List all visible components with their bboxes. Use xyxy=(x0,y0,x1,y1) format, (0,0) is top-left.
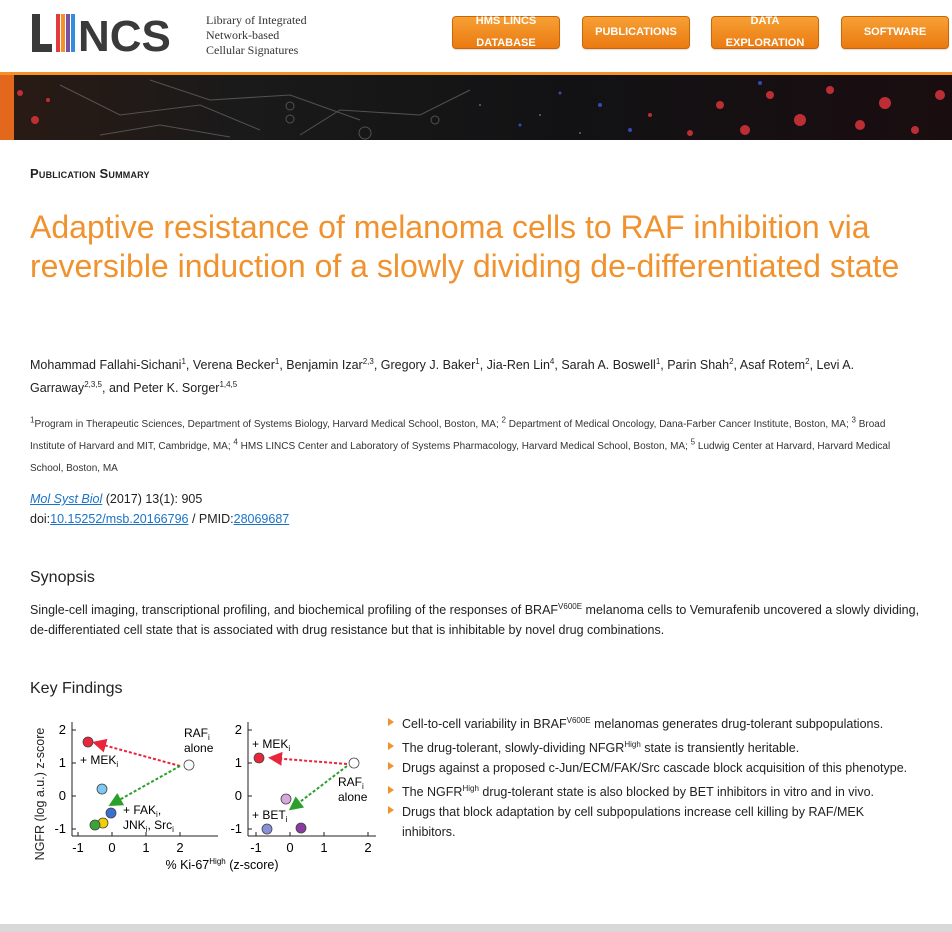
nav-hms-lincs-database-button[interactable]: HMS LINCS DATABASE xyxy=(452,16,560,49)
nav-label: HMS LINCS xyxy=(475,15,537,27)
x-tick: 1 xyxy=(142,840,149,855)
nav-software-button[interactable]: SOFTWARE xyxy=(841,16,949,49)
tagline-line: Library of Integrated xyxy=(206,13,307,27)
data-point xyxy=(96,783,108,795)
synopsis-heading: Synopsis xyxy=(30,569,95,586)
footer-bar xyxy=(0,924,952,932)
mek-label: + MEKi xyxy=(80,753,118,769)
doi-link[interactable]: 10.15252/msb.20166796 xyxy=(50,512,188,526)
nav-label: EXPLORATION xyxy=(725,37,805,49)
author: Benjamin Izar2,3 xyxy=(286,356,374,372)
y-tick: -1 xyxy=(54,821,66,836)
author-list: Mohammad Fallahi-Sichani1, Verena Becker… xyxy=(30,356,855,395)
logo-tagline: Library of Integrated Network-based Cell… xyxy=(206,13,307,58)
jnk-src-label: JNKi, Srci xyxy=(123,818,174,834)
data-point xyxy=(280,793,292,805)
header-banner-image xyxy=(0,75,952,140)
y-tick: 1 xyxy=(59,755,66,770)
author: Asaf Rotem2 xyxy=(739,356,810,372)
data-point xyxy=(261,823,273,835)
citation: Mol Syst Biol (2017) 13(1): 905 doi:10.1… xyxy=(30,489,289,529)
pmid-label: / PMID: xyxy=(191,512,234,526)
raf-label: RAFi xyxy=(184,726,210,742)
bullet-arrow-icon xyxy=(388,718,394,726)
x-tick: 2 xyxy=(364,840,371,855)
bullet-arrow-icon xyxy=(388,786,394,794)
bet-label: + BETi xyxy=(252,808,288,824)
data-point xyxy=(82,736,94,748)
synopsis-text: Single-cell imaging, transcriptional pro… xyxy=(30,601,920,637)
x-tick: 2 xyxy=(176,840,183,855)
author: Parin Shah2 xyxy=(667,356,734,372)
journal-link[interactable]: Mol Syst Biol xyxy=(30,492,102,506)
mek-arrow xyxy=(268,751,348,766)
author: Verena Becker1 xyxy=(192,356,280,372)
publication-title: Adaptive resistance of melanoma cells to… xyxy=(30,209,900,284)
data-point xyxy=(183,759,195,771)
alone-label: alone xyxy=(184,741,214,755)
y-tick: 2 xyxy=(59,722,66,737)
affiliation: Department of Medical Oncology, Dana-Far… xyxy=(508,419,849,430)
citation-details: (2017) 13(1): 905 xyxy=(105,492,203,506)
alone-label: alone xyxy=(338,790,368,804)
bullet-arrow-icon xyxy=(388,762,394,770)
raf-label: RAFi xyxy=(338,775,364,791)
left-panel: 2 1 0 -1 -1 0 1 2 RAFi alone + MEKi + FA… xyxy=(54,722,218,855)
key-findings-heading: Key Findings xyxy=(30,680,123,697)
doi-label: doi: xyxy=(30,512,51,526)
site-header: NCS Library of Integrated Network-based … xyxy=(0,0,952,72)
x-tick: -1 xyxy=(72,840,84,855)
nav-label: SOFTWARE xyxy=(863,26,927,38)
tagline-line: Network-based xyxy=(206,28,280,42)
bullet-arrow-icon xyxy=(388,806,394,814)
finding-item: Drugs that block adaptation by cell subp… xyxy=(388,802,908,842)
y-tick: 1 xyxy=(235,755,242,770)
figure-x-label: % Ki-67High (z-score) xyxy=(165,857,278,872)
figure-y-label: NGFR (log a.u.) z-score xyxy=(33,728,47,861)
y-tick: 0 xyxy=(235,788,242,803)
logo-wordmark: NCS xyxy=(78,12,171,58)
data-point xyxy=(105,807,117,819)
affiliation: Program in Therapeutic Sciences, Departm… xyxy=(34,419,499,430)
author: Sarah A. Boswell1 xyxy=(561,356,661,372)
x-tick: -1 xyxy=(250,840,262,855)
data-point xyxy=(89,819,101,831)
author: Peter K. Sorger1,4,5 xyxy=(133,379,238,395)
y-tick: 0 xyxy=(59,788,66,803)
fak-arrow xyxy=(108,765,181,806)
bullet-arrow-icon xyxy=(388,742,394,750)
tagline-line: Cellular Signatures xyxy=(206,43,299,57)
author: Mohammad Fallahi-Sichani1 xyxy=(30,356,186,372)
key-findings-list: Cell-to-cell variability in BRAFV600E me… xyxy=(388,714,908,842)
y-tick: -1 xyxy=(230,821,242,836)
x-tick: 1 xyxy=(320,840,327,855)
author: Gregory J. Baker1 xyxy=(380,356,480,372)
finding-item: Cell-to-cell variability in BRAFV600E me… xyxy=(388,714,908,734)
x-tick: 0 xyxy=(108,840,115,855)
authors-conjunction: and xyxy=(108,381,130,395)
data-point xyxy=(253,752,265,764)
fak-label: + FAKi, xyxy=(123,803,161,819)
data-point xyxy=(295,822,307,834)
mek-label: + MEKi xyxy=(252,737,290,753)
author: Jia-Ren Lin4 xyxy=(486,356,555,372)
affiliations: 1Program in Therapeutic Sciences, Depart… xyxy=(30,415,891,474)
nav-publications-button[interactable]: PUBLICATIONS xyxy=(582,16,690,49)
nav-label: DATA xyxy=(750,15,780,27)
nav-data-exploration-button[interactable]: DATA EXPLORATION xyxy=(711,16,819,49)
finding-item: Drugs against a proposed c-Jun/ECM/FAK/S… xyxy=(388,758,908,778)
lincs-logo[interactable]: NCS xyxy=(30,10,190,58)
affiliation: HMS LINCS Center and Laboratory of Syste… xyxy=(240,441,688,452)
finding-item: The drug-tolerant, slowly-dividing NFGRH… xyxy=(388,738,908,758)
nav-label: DATABASE xyxy=(476,37,536,49)
data-point xyxy=(348,757,360,769)
nav-label: PUBLICATIONS xyxy=(595,26,677,38)
finding-item: The NGFRHigh drug-tolerant state is also… xyxy=(388,782,908,802)
pmid-link[interactable]: 28069687 xyxy=(234,512,290,526)
y-tick: 2 xyxy=(235,722,242,737)
key-findings-figure: NGFR (log a.u.) z-score 2 1 0 -1 -1 0 1 … xyxy=(33,722,376,872)
x-tick: 0 xyxy=(286,840,293,855)
right-panel: 2 1 0 -1 -1 0 1 2 + MEKi RAFi alone + BE… xyxy=(230,722,376,855)
section-label: Publication Summary xyxy=(30,166,150,181)
